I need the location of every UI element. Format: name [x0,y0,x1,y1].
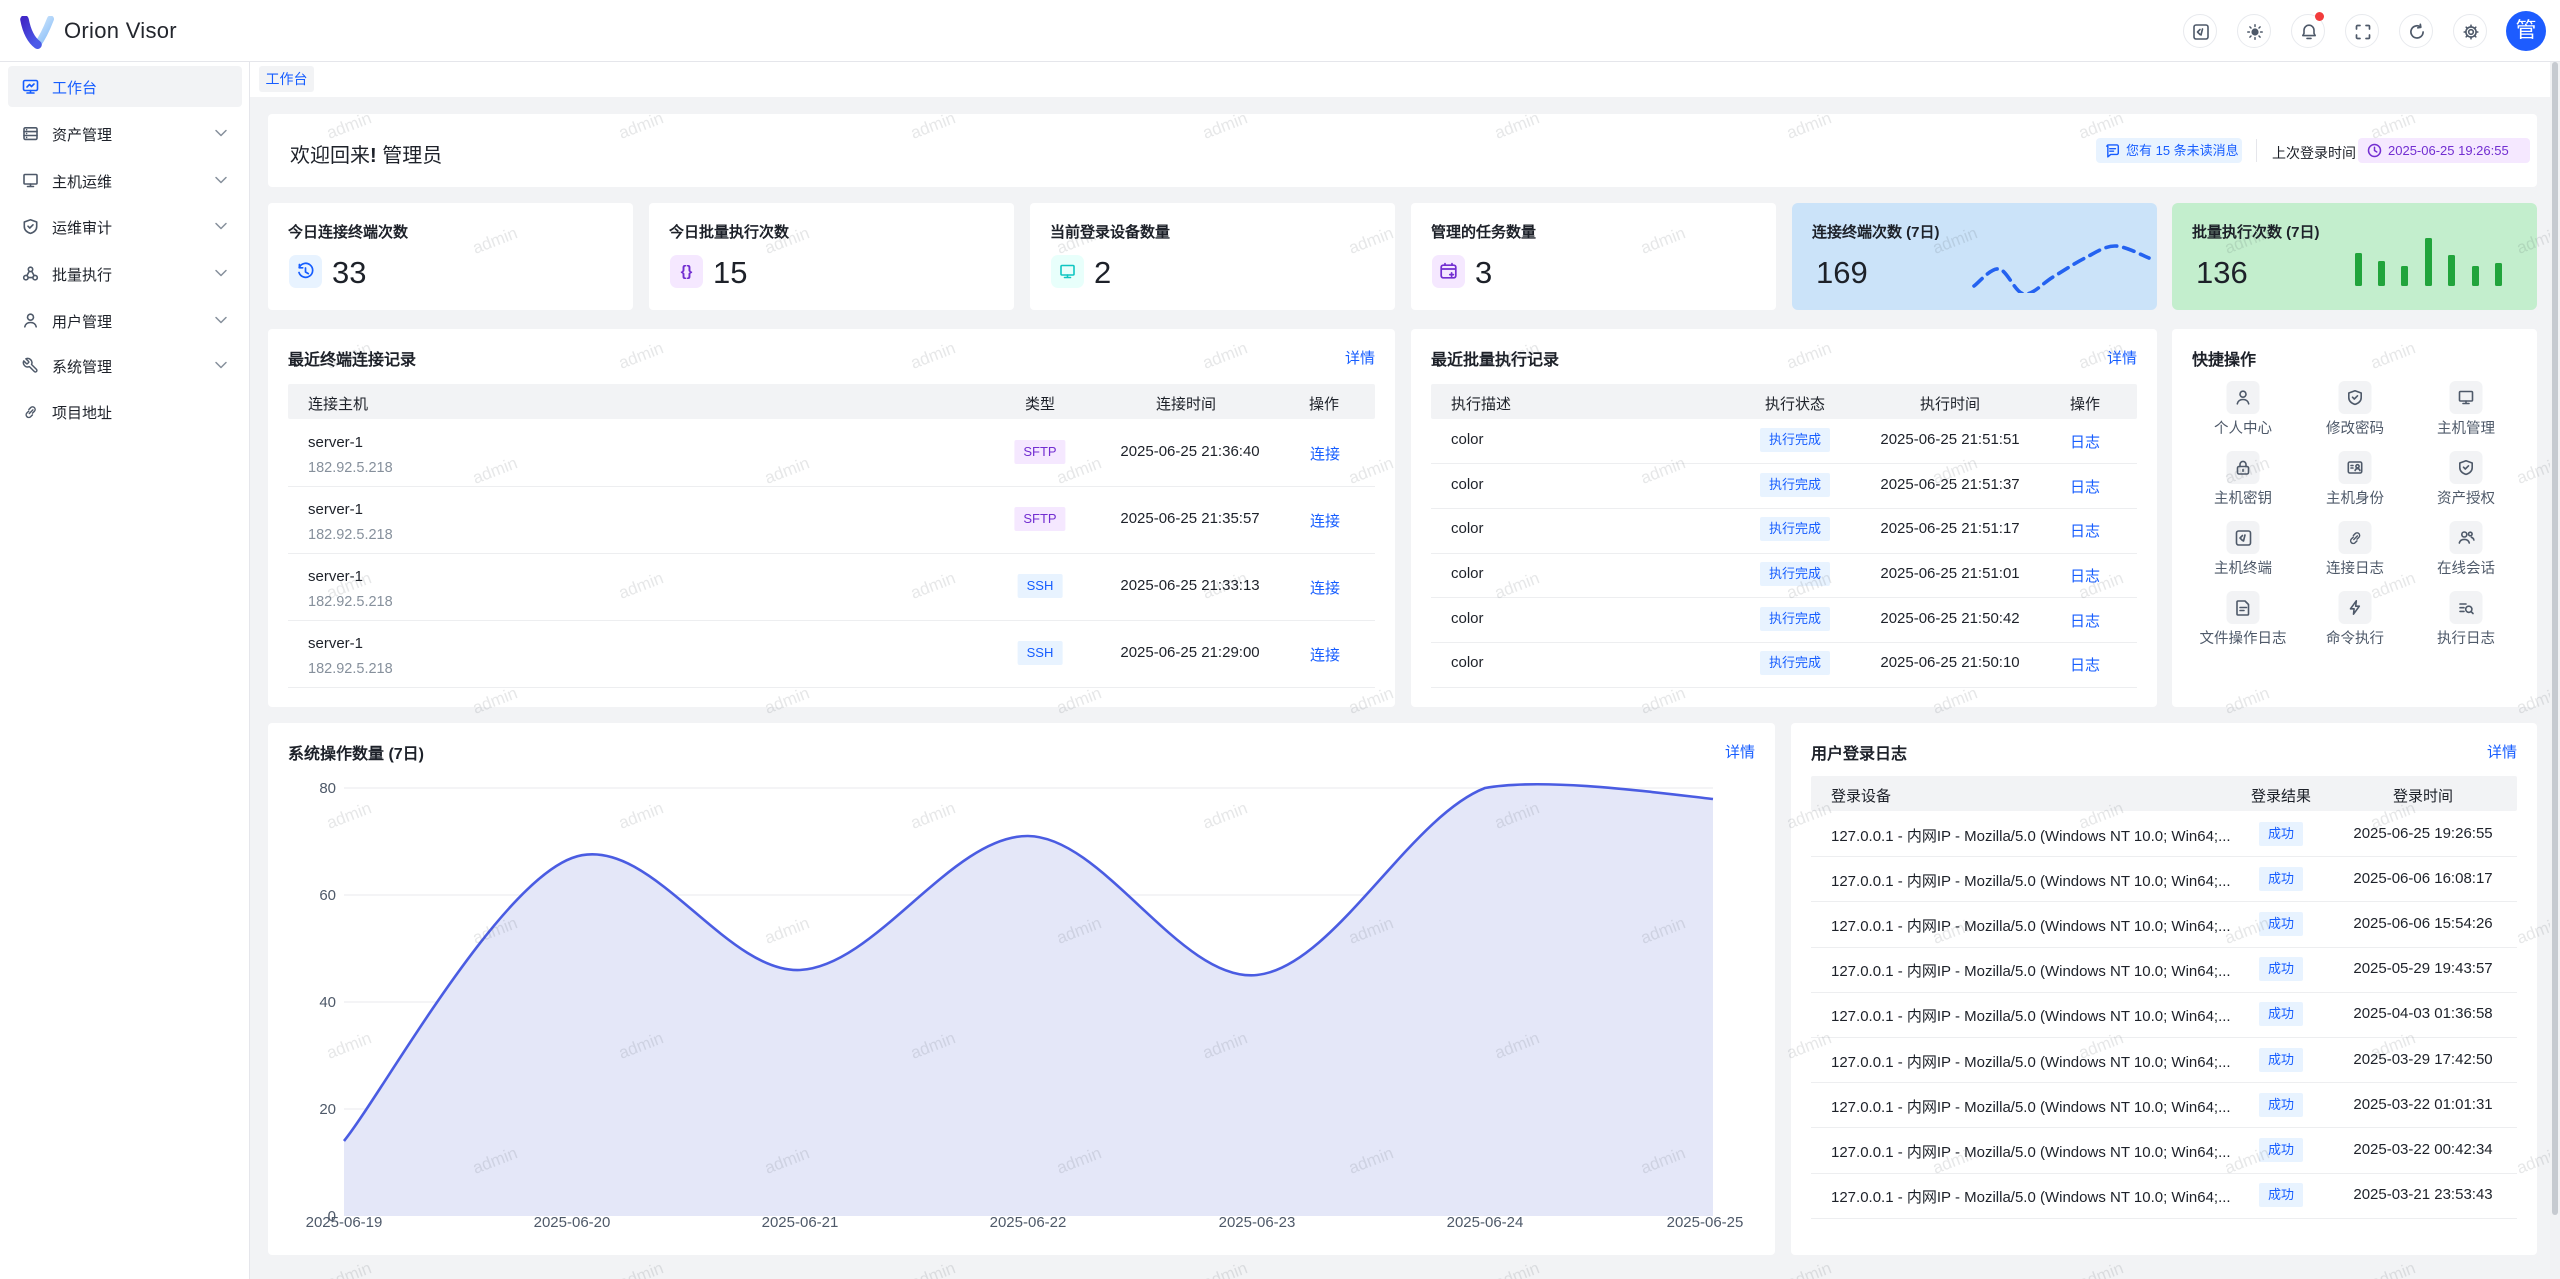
svg-text:20: 20 [319,1101,336,1118]
svg-text:2025-06-22: 2025-06-22 [990,1214,1067,1231]
svg-text:2025-06-20: 2025-06-20 [534,1214,611,1231]
svg-text:60: 60 [319,887,336,904]
svg-text:2025-06-24: 2025-06-24 [1447,1214,1524,1231]
svg-text:2025-06-21: 2025-06-21 [762,1214,839,1231]
svg-text:2025-06-25: 2025-06-25 [1667,1214,1744,1231]
svg-text:80: 80 [319,780,336,797]
svg-text:40: 40 [319,994,336,1011]
svg-text:2025-06-19: 2025-06-19 [306,1214,383,1231]
svg-text:2025-06-23: 2025-06-23 [1219,1214,1296,1231]
